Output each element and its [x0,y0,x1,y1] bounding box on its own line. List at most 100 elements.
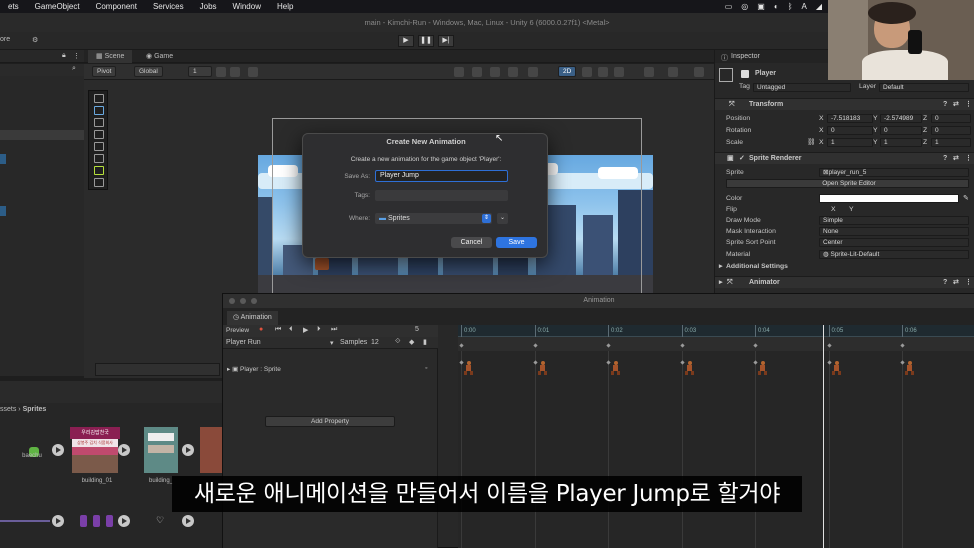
play-preview-icon[interactable] [118,515,130,527]
property-key-dot[interactable]: ◦ [425,365,427,372]
record-icon[interactable]: ● [259,326,263,333]
mask-dropdown[interactable]: None [819,227,969,236]
sprite-keyframe[interactable] [459,360,464,365]
prev-frame-icon[interactable]: ⏴ [289,326,293,334]
record-icon[interactable]: ◎ [741,2,748,11]
building-icon[interactable] [144,427,178,473]
frame-field[interactable]: 5 [415,326,419,333]
samples-field[interactable]: 12 [371,339,379,346]
sprite-field[interactable]: ⊠player_run_5 [819,168,969,177]
window-maximize-icon[interactable] [251,298,257,304]
heart-icon[interactable]: ♡ [156,515,164,526]
tab-scene[interactable]: ▦ Scene [88,50,133,63]
open-sprite-editor-button[interactable]: Open Sprite Editor [726,179,969,188]
event-icon[interactable]: ▮ [423,338,427,346]
camera-icon[interactable] [644,67,654,77]
sprite-keyframe[interactable] [606,360,611,365]
play-button[interactable]: ▶ [398,35,414,47]
2d-toggle[interactable]: 2D [558,66,577,77]
menu-assets[interactable]: ets [0,2,27,11]
lock-icon[interactable]: 🔒︎ [62,52,66,60]
shading-icon[interactable] [472,67,482,77]
pivot-dropdown[interactable]: Pivot [92,66,117,77]
increment-icon[interactable] [248,67,258,77]
more-label[interactable]: ore [0,36,10,43]
transform-tool-icon[interactable] [94,154,104,163]
playhead[interactable] [823,325,824,548]
scale-tool-icon[interactable] [94,130,104,139]
input-icon[interactable]: A [802,2,807,11]
player-sprite[interactable] [315,258,329,270]
global-dropdown[interactable]: Global [134,66,163,77]
position-x[interactable]: -7.518183 [827,114,873,123]
menu-component[interactable]: Component [88,2,145,11]
sprite-keyframe[interactable] [900,360,905,365]
breadcrumb-sprites[interactable]: Sprites [23,406,47,413]
orientation-icon[interactable] [454,67,464,77]
add-property-button[interactable]: Add Property [265,416,395,427]
sort-point-dropdown[interactable]: Center [819,238,969,247]
active-checkbox[interactable] [741,70,749,78]
player-sheet-icon[interactable] [78,513,120,529]
menu-jobs[interactable]: Jobs [192,2,225,11]
play-preview-icon[interactable] [182,515,194,527]
clip-dropdown[interactable]: Player Run [226,339,261,346]
position-z[interactable]: 0 [931,114,971,123]
component-menu-icon[interactable]: ⋮ [965,99,972,111]
position-y[interactable]: -2.574989 [880,114,922,123]
building-icon[interactable] [200,427,222,473]
play-icon[interactable]: ▶ [303,326,308,334]
menu-gameobject[interactable]: GameObject [27,2,88,11]
step-button[interactable]: ▶| [438,35,454,47]
custom-tool-icon[interactable] [94,166,104,175]
effects-icon[interactable] [598,67,608,77]
help-icon[interactable]: ? [943,99,947,111]
help-icon[interactable]: ? [943,153,947,165]
play-preview-icon[interactable] [52,515,64,527]
scene-overlay-toolbar[interactable] [95,363,220,376]
grid-snap-field[interactable]: 1 [188,66,212,77]
tab-game[interactable]: ◉ Game [138,50,181,63]
snap-icon[interactable] [230,67,240,77]
gizmos-icon[interactable] [668,67,678,77]
additional-settings-foldout[interactable]: ▸ Additional Settings [715,261,974,272]
property-row[interactable]: ▸ ▣ Player : Sprite [227,365,281,373]
save-button[interactable]: Save [496,237,537,248]
menu-icon[interactable]: ⋮ [73,52,80,60]
tags-input[interactable] [375,190,508,201]
sprite-keyframe[interactable] [826,360,832,365]
material-field[interactable]: ◍ Sprite-Lit-Default [819,250,969,259]
grid-icon[interactable] [216,67,226,77]
flip-y-checkbox[interactable]: Y [849,204,854,215]
preview-toggle[interactable]: Preview [226,327,249,334]
move-tool-icon[interactable] [94,106,104,115]
where-select[interactable]: ▬ Sprites ⇕ [375,213,492,224]
rotate-tool-icon[interactable] [94,118,104,127]
hierarchy-selected-row[interactable] [0,130,84,140]
wifi-icon[interactable]: ◐ [774,2,779,11]
scale-x[interactable]: 1 [827,138,873,147]
tab-animation[interactable]: ◷ Animation [227,311,278,325]
window-minimize-icon[interactable] [240,298,246,304]
draw-mode-dropdown[interactable]: Simple [819,216,969,225]
eyedropper-icon[interactable]: ✎ [963,193,969,204]
menu-services[interactable]: Services [145,2,192,11]
rotation-x[interactable]: 0 [827,126,873,135]
asset-label[interactable]: building_01 [72,478,122,484]
sprite-tool-icon[interactable] [94,178,104,187]
color-swatch[interactable] [819,194,959,203]
building-icon[interactable]: 우리김밥천국 삼봉주 김치 식품회사 [70,427,120,473]
link-icon[interactable]: ⛓ [807,137,816,148]
tag-dropdown[interactable]: Untagged [753,83,851,92]
asset-thumbnail[interactable] [0,520,50,522]
tools-icon[interactable] [694,67,704,77]
timeline-ruler[interactable]: 0:00 0:01 0:02 0:03 0:04 0:05 0:06 [458,325,974,337]
display-icon[interactable]: ▣ [757,2,765,11]
hand-tool-icon[interactable] [94,94,104,103]
hierarchy-search[interactable]: ⌕ [0,64,84,76]
layer-dropdown[interactable]: Default [879,83,969,92]
sprite-keyframe[interactable] [679,360,685,365]
pause-button[interactable]: ❚❚ [418,35,434,47]
dopesheet[interactable]: 0:00 0:01 0:02 0:03 0:04 0:05 0:06 [458,325,974,548]
animator-header[interactable]: ▸ ⤧ Animator ? ⇄ ⋮ [715,276,974,288]
